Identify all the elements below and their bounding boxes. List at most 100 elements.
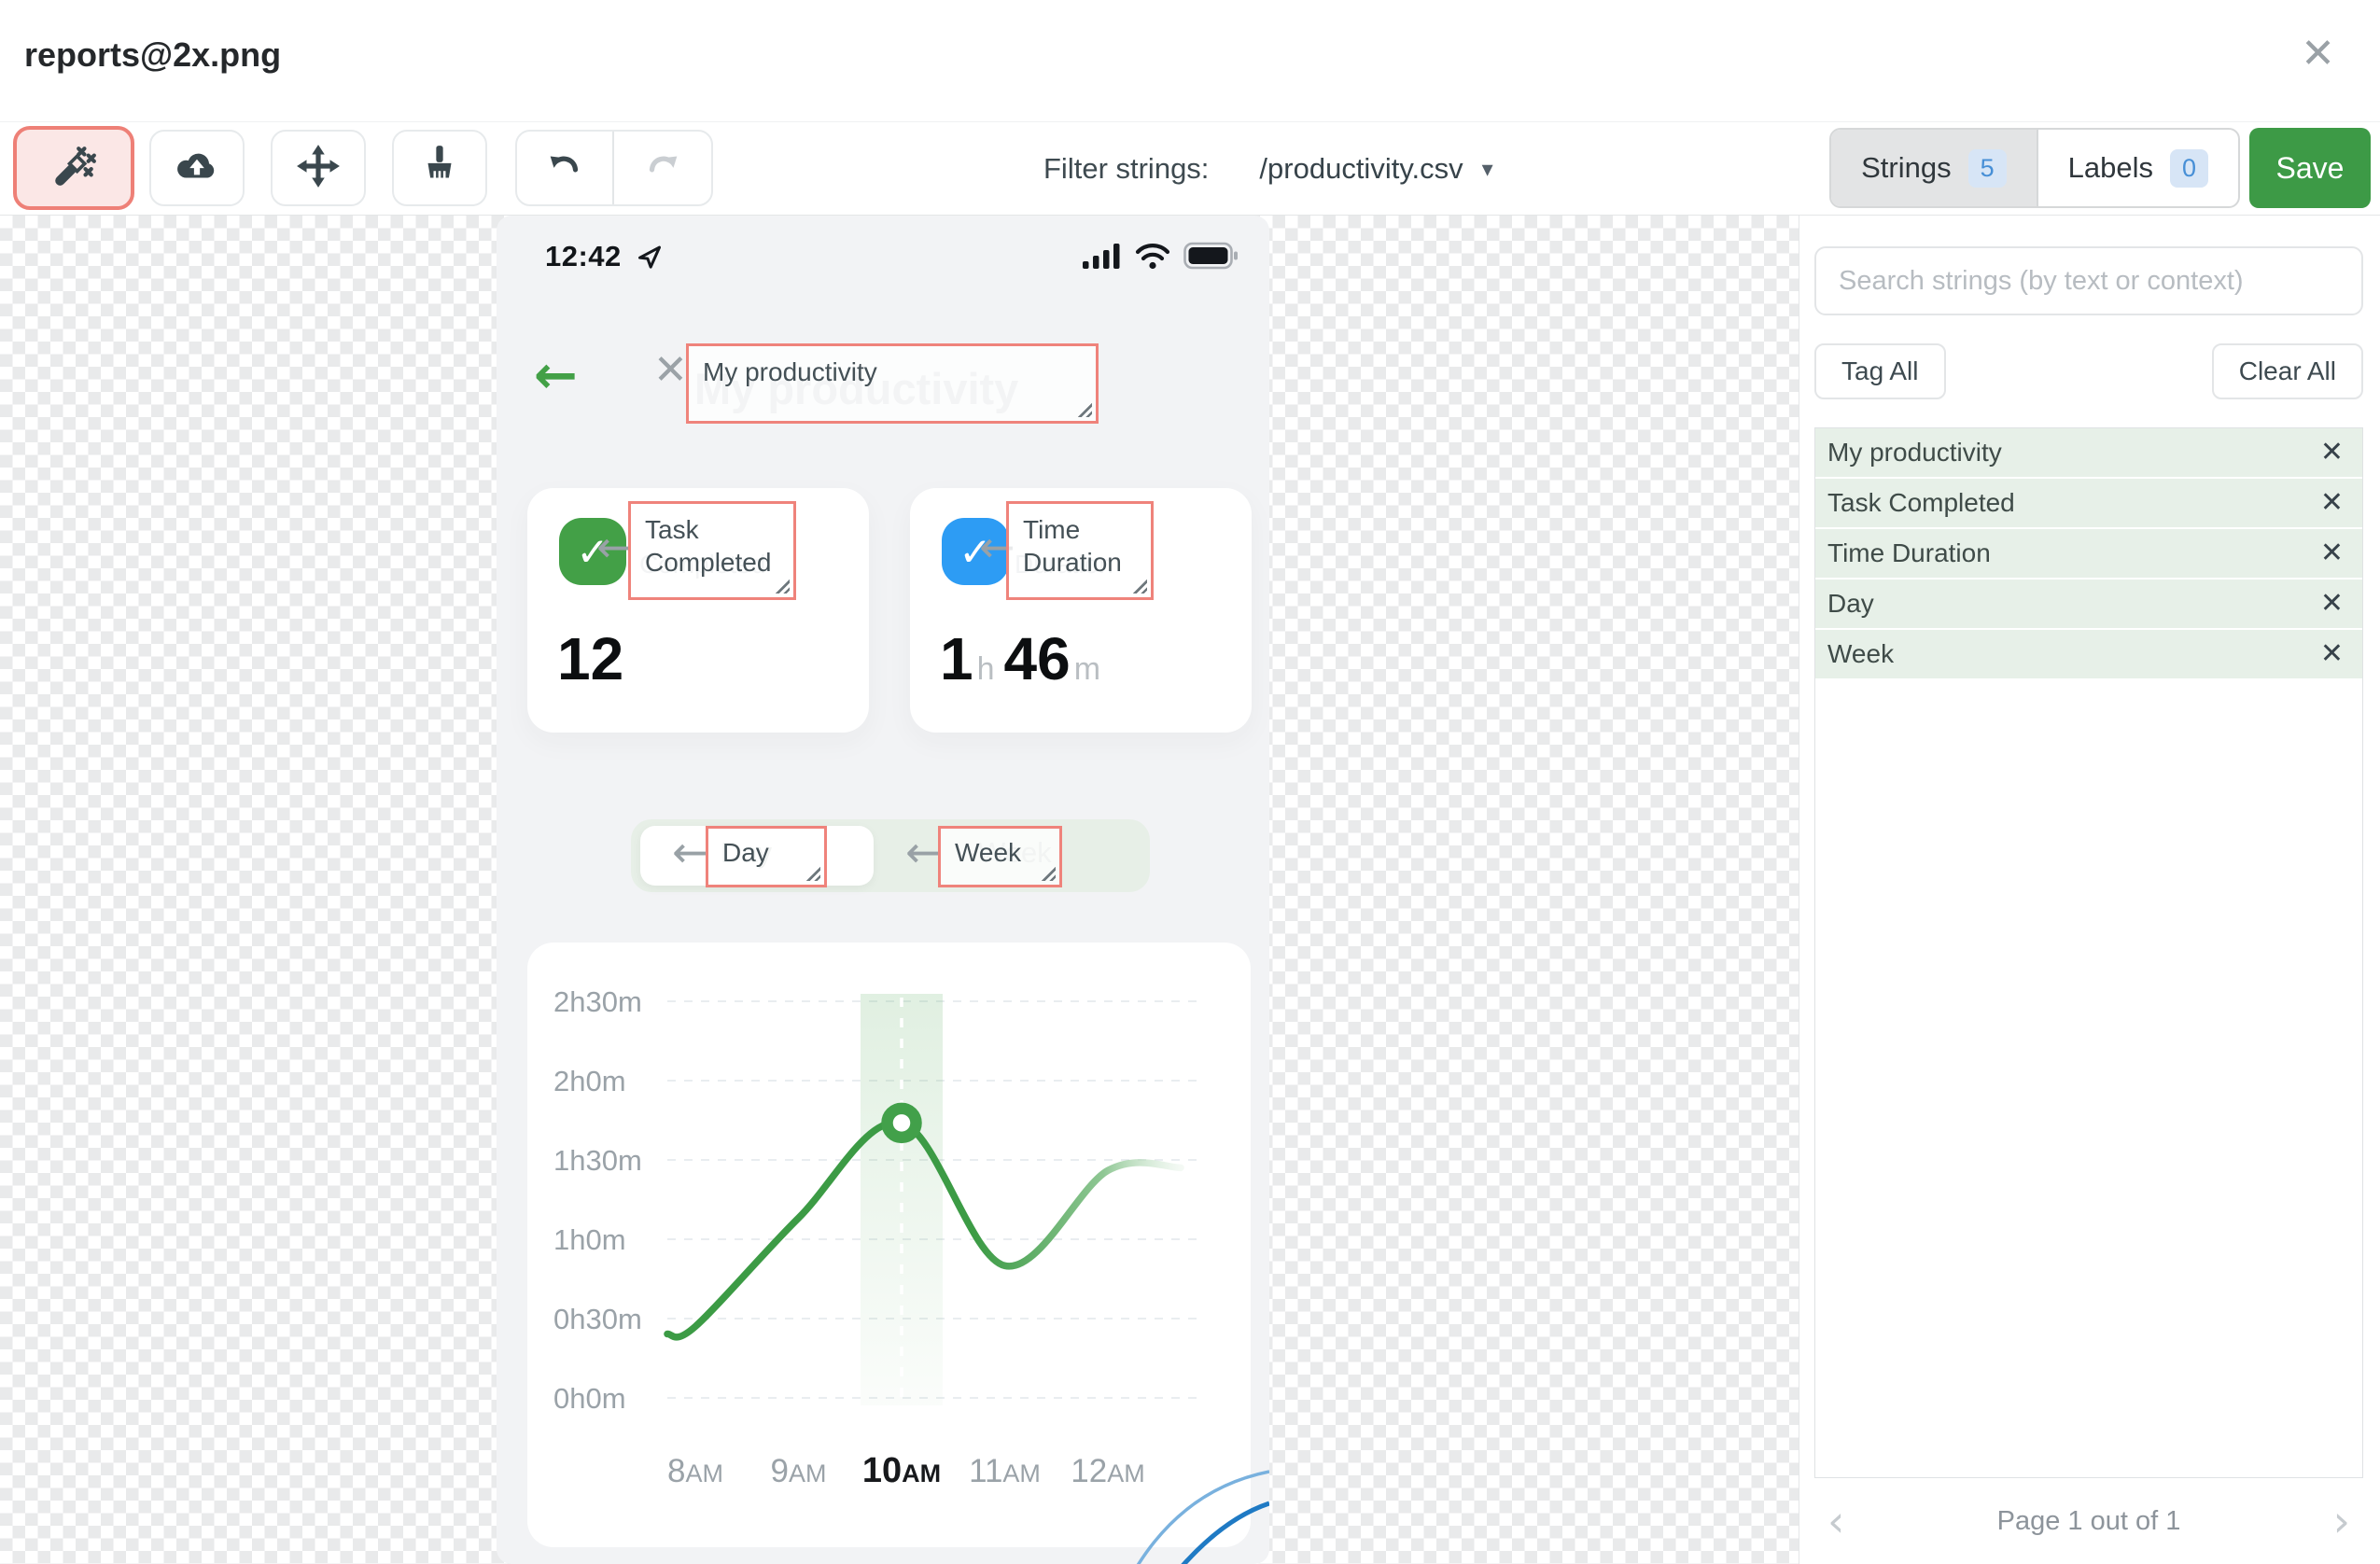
wifi-icon xyxy=(1135,242,1170,274)
string-item[interactable]: Time Duration ✕ xyxy=(1815,529,2362,578)
undo-icon xyxy=(543,145,586,192)
undo-redo-group xyxy=(515,130,713,206)
remove-string-icon[interactable]: ✕ xyxy=(2320,539,2344,567)
save-button[interactable]: Save xyxy=(2249,128,2371,208)
undo-button[interactable] xyxy=(517,132,614,204)
svg-text:8AM: 8AM xyxy=(667,1453,723,1489)
editor-canvas[interactable]: 12:42 ← ✕ My productivity ✓ ← Task Compl… xyxy=(0,216,1799,1564)
auto-tag-tool-button[interactable] xyxy=(13,126,134,210)
tag-box-time-duration[interactable]: Time Duration xyxy=(1006,501,1154,600)
svg-text:2h30m: 2h30m xyxy=(553,985,642,1018)
battery-icon xyxy=(1183,242,1239,274)
signal-icon xyxy=(1083,242,1122,274)
string-text: Task Completed xyxy=(1827,488,2015,517)
upload-button[interactable] xyxy=(149,130,245,206)
remove-string-icon[interactable]: ✕ xyxy=(2320,439,2344,467)
brush-icon xyxy=(416,143,463,194)
string-text: Week xyxy=(1827,639,1895,668)
strings-sidebar: Tag All Clear All My productivity ✕ Task… xyxy=(1799,216,2380,1564)
tag-text: My productivity xyxy=(703,357,877,386)
search-input[interactable] xyxy=(1814,246,2363,315)
tag-arrow-icon: ← xyxy=(672,827,708,877)
magic-wand-icon xyxy=(50,143,97,194)
string-item[interactable]: Task Completed ✕ xyxy=(1815,479,2362,527)
svg-text:10AM: 10AM xyxy=(862,1451,941,1490)
time-duration-value: 1 h 46 m xyxy=(940,624,1110,693)
string-text: My productivity xyxy=(1827,438,2002,467)
filter-file-value: /productivity.csv xyxy=(1259,152,1463,185)
tag-text: Week xyxy=(955,838,1022,867)
brush-tool-button[interactable] xyxy=(392,130,487,206)
svg-text:0h0m: 0h0m xyxy=(553,1382,626,1415)
hours-value: 1 xyxy=(940,625,973,692)
page-next-icon[interactable]: › xyxy=(2333,1500,2350,1543)
back-arrow-icon: ← xyxy=(534,345,578,406)
task-completed-card: ✓ ← Completed Task Completed 12 xyxy=(527,488,869,733)
tag-all-button[interactable]: Tag All xyxy=(1814,343,1946,399)
string-item[interactable]: Week ✕ xyxy=(1815,630,2362,678)
svg-text:0h30m: 0h30m xyxy=(553,1303,642,1335)
tag-box-day[interactable]: Day xyxy=(706,826,827,887)
tag-text: Task Completed xyxy=(645,515,772,577)
tab-strings[interactable]: Strings 5 xyxy=(1831,130,2038,206)
svg-text:1h0m: 1h0m xyxy=(553,1223,626,1256)
status-bar-icons xyxy=(1083,242,1239,274)
resize-handle[interactable] xyxy=(1132,579,1147,593)
remove-string-icon[interactable]: ✕ xyxy=(2320,489,2344,517)
strings-list: My productivity ✕ Task Completed ✕ Time … xyxy=(1814,427,2363,1478)
svg-text:11AM: 11AM xyxy=(969,1453,1041,1489)
filter-file-dropdown[interactable]: /productivity.csv ▾ xyxy=(1259,152,1492,186)
cloud-upload-icon xyxy=(174,143,220,194)
remove-string-icon[interactable]: ✕ xyxy=(2320,640,2344,668)
resize-handle[interactable] xyxy=(775,579,790,593)
page-indicator: Page 1 out of 1 xyxy=(1996,1505,2181,1536)
page-title: reports@2x.png xyxy=(24,35,282,74)
svg-text:9AM: 9AM xyxy=(771,1453,827,1489)
redo-icon xyxy=(641,145,684,192)
page-prev-icon[interactable]: ‹ xyxy=(1827,1500,1844,1543)
string-tagging-editor: reports@2x.png ✕ Filter strings: /produc… xyxy=(0,0,2380,1564)
filter-strings-group: Filter strings: /productivity.csv ▾ xyxy=(1043,122,1493,216)
strings-count-badge: 5 xyxy=(1967,148,2007,188)
chevron-down-icon: ▾ xyxy=(1481,156,1493,182)
hours-unit: h xyxy=(976,651,995,687)
close-icon[interactable]: ✕ xyxy=(2301,34,2335,75)
pagination: ‹ Page 1 out of 1 › xyxy=(1814,1478,2363,1564)
titlebar: reports@2x.png ✕ xyxy=(0,0,2380,121)
toolbar: Filter strings: /productivity.csv ▾ Stri… xyxy=(0,121,2380,216)
minutes-unit: m xyxy=(1073,651,1101,687)
day-week-toggle: ← Day Day ← Week Week xyxy=(631,819,1150,892)
tag-arrow-icon: ← xyxy=(596,522,633,572)
decorative-arcs xyxy=(1136,1470,1269,1564)
tab-labels[interactable]: Labels 0 xyxy=(2038,130,2238,206)
status-time: 12:42 xyxy=(545,240,622,272)
tag-box-my-productivity[interactable]: My productivity xyxy=(686,343,1099,424)
tag-box-task-completed[interactable]: Task Completed xyxy=(628,501,796,600)
string-item[interactable]: Day ✕ xyxy=(1815,580,2362,628)
tab-strings-label: Strings xyxy=(1861,151,1952,184)
string-text: Day xyxy=(1827,589,1874,618)
remove-string-icon[interactable]: ✕ xyxy=(2320,590,2344,618)
string-item[interactable]: My productivity ✕ xyxy=(1815,428,2362,477)
strings-labels-tabs: Strings 5 Labels 0 xyxy=(1829,128,2240,208)
title-tag-remove-icon[interactable]: ✕ xyxy=(653,350,688,391)
labels-count-badge: 0 xyxy=(2169,148,2208,188)
phone-screenshot: 12:42 ← ✕ My productivity ✓ ← Task Compl… xyxy=(497,216,1269,1564)
location-arrow-icon xyxy=(637,244,663,274)
tag-arrow-icon: ← xyxy=(905,827,942,877)
move-tool-button[interactable] xyxy=(271,130,366,206)
tag-text: Day xyxy=(722,838,769,867)
task-count-value: 12 xyxy=(557,625,624,692)
svg-text:1h30m: 1h30m xyxy=(553,1144,642,1177)
move-icon xyxy=(295,143,342,194)
sidebar-actions: Tag All Clear All xyxy=(1814,343,2363,399)
filter-strings-label: Filter strings: xyxy=(1043,152,1210,185)
clear-all-button[interactable]: Clear All xyxy=(2211,343,2363,399)
tag-box-week[interactable]: Week xyxy=(938,826,1062,887)
svg-text:2h0m: 2h0m xyxy=(553,1065,626,1097)
tag-text: Time Duration xyxy=(1023,515,1122,577)
redo-button[interactable] xyxy=(614,132,711,204)
tab-labels-label: Labels xyxy=(2067,151,2153,184)
string-text: Time Duration xyxy=(1827,538,1991,567)
resize-handle[interactable] xyxy=(1077,402,1092,417)
